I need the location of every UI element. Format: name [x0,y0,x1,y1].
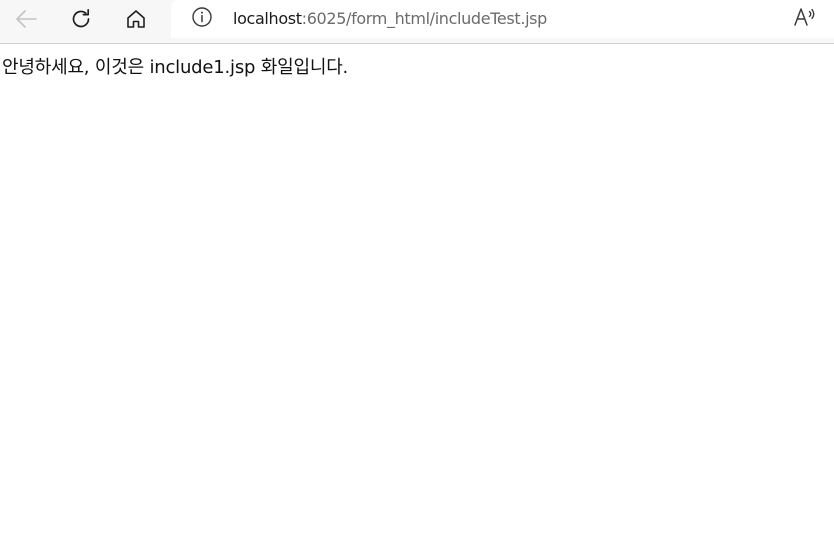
page-content: 안녕하세요, 이것은 include1.jsp 화일입니다. [2,57,348,79]
url-host: localhost [233,9,302,28]
site-info-button[interactable] [191,6,213,32]
home-icon [125,8,147,30]
url-text[interactable]: localhost:6025/form_html/includeTest.jsp [233,9,547,29]
refresh-button[interactable] [64,4,98,34]
home-button[interactable] [119,4,153,34]
arrow-left-icon [14,9,38,29]
back-button[interactable] [9,4,43,34]
read-aloud-icon [792,5,818,33]
page-text: 안녕하세요, 이것은 include1.jsp 화일입니다. [2,57,349,78]
address-bar[interactable]: localhost:6025/form_html/includeTest.jsp [171,0,834,38]
info-circle-icon [191,6,213,32]
refresh-icon [69,7,93,31]
url-path: :6025/form_html/includeTest.jsp [301,9,548,28]
browser-toolbar: localhost:6025/form_html/includeTest.jsp [0,0,834,44]
read-aloud-button[interactable] [791,6,819,32]
